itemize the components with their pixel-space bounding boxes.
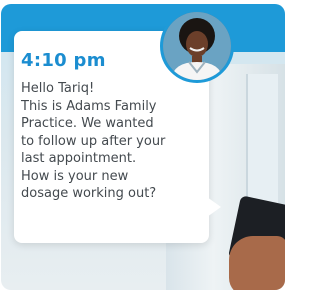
message-line: Hello Tariq!: [21, 81, 95, 96]
message-line: dosage working out?: [21, 186, 157, 201]
hand-image: [229, 236, 285, 290]
background-window: [246, 74, 278, 204]
promo-image: 4:10 pm Hello Tariq! This is Adams Famil…: [0, 0, 287, 293]
message-line: How is your new: [21, 168, 129, 184]
message-line: to follow up after your: [21, 133, 166, 149]
message-line: This is Adams Family: [21, 98, 157, 114]
message-line: Practice. We wanted: [21, 116, 154, 131]
message-text: Hello Tariq! This is Adams Family Practi…: [21, 80, 207, 203]
doctor-avatar-graphic: [163, 12, 231, 80]
message-time: 4:10 pm: [21, 50, 106, 71]
message-line: last appointment.: [21, 151, 137, 166]
message-bubble-tail: [207, 197, 221, 217]
doctor-avatar-icon: [160, 9, 234, 83]
